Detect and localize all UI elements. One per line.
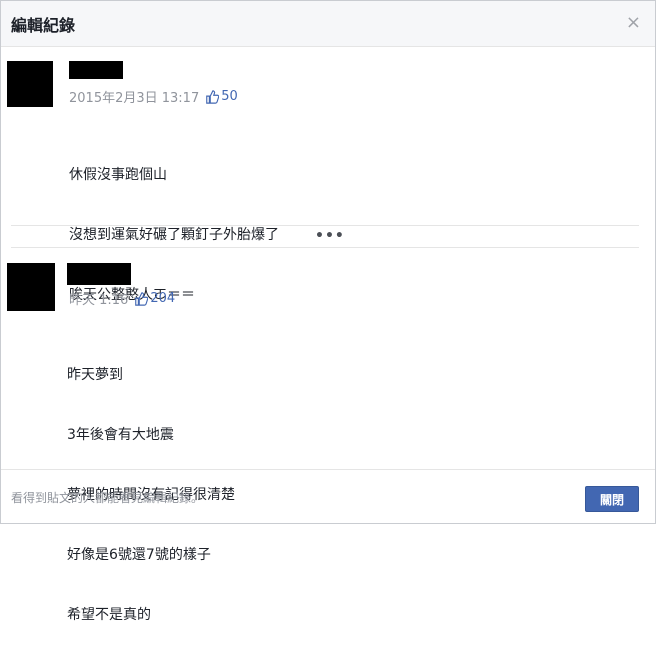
redacted-name bbox=[67, 263, 131, 285]
entry-line: 沒想到運氣好碾了顆釘子外胎爆了 bbox=[69, 227, 279, 243]
dialog-header: 編輯紀錄 × bbox=[1, 1, 655, 47]
edit-history-dialog: 編輯紀錄 × 2015年2月3日 13:17 50 休假沒事跑個山 沒想到運氣好… bbox=[0, 0, 656, 623]
entry-line: 3年後會有大地震 bbox=[67, 427, 174, 443]
thumbs-up-icon bbox=[206, 89, 220, 104]
entry-meta: 昨天 1:16 204 bbox=[69, 289, 175, 308]
entry-timestamp[interactable]: 2015年2月3日 13:17 bbox=[69, 87, 199, 106]
entry-text: 休假沒事跑個山 沒想到運氣好碾了顆釘子外胎爆了 唉天公整憨人ㄛ＝＝ bbox=[69, 125, 279, 345]
entry-line: 好像是6號還7號的樣子 bbox=[67, 547, 211, 563]
entry-timestamp[interactable]: 昨天 1:16 bbox=[69, 289, 128, 308]
divider bbox=[11, 247, 639, 248]
footer-note: 看得到貼文的人都能看見編輯紀錄。 bbox=[11, 491, 204, 505]
entry-meta: 2015年2月3日 13:17 50 bbox=[69, 87, 238, 106]
like-count[interactable]: 50 bbox=[221, 89, 238, 104]
avatar[interactable] bbox=[7, 263, 55, 311]
divider bbox=[11, 225, 639, 226]
entry-line: 休假沒事跑個山 bbox=[69, 167, 167, 183]
like-count[interactable]: 204 bbox=[150, 291, 175, 306]
entry-line: 昨天夢到 bbox=[67, 367, 123, 383]
redacted-name bbox=[69, 61, 123, 79]
thumbs-up-icon bbox=[135, 291, 149, 306]
avatar[interactable] bbox=[7, 61, 53, 107]
close-icon[interactable]: × bbox=[626, 14, 641, 32]
footer-divider bbox=[1, 469, 655, 470]
entry-line: 希望不是真的 bbox=[67, 607, 151, 623]
dialog-title: 編輯紀錄 bbox=[11, 16, 76, 35]
close-button[interactable]: 關閉 bbox=[585, 486, 639, 512]
more-dots-icon[interactable]: ••• bbox=[315, 229, 345, 243]
